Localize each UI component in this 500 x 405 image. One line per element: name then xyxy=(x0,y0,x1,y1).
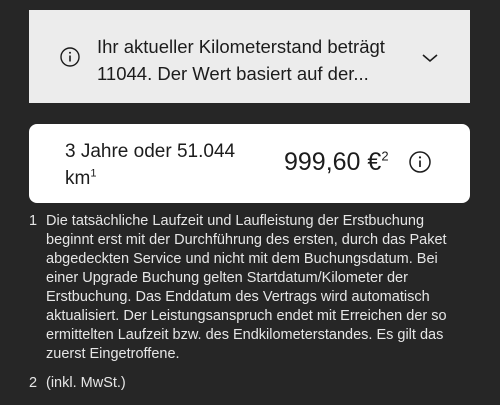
duration-label: 3 Jahre oder 51.044 km1 xyxy=(65,138,255,192)
footnote-text: (inkl. MwSt.) xyxy=(46,375,126,391)
price-card: 3 Jahre oder 51.044 km1 999,60 €2 xyxy=(29,124,470,203)
mileage-info-banner[interactable]: Ihr aktueller Kilometerstand beträgt 110… xyxy=(29,10,470,103)
chevron-down-icon[interactable] xyxy=(421,52,439,64)
footnote-item: 2 (inkl. MwSt.) xyxy=(29,374,469,393)
info-circle-icon[interactable] xyxy=(409,151,431,173)
price-value: 999,60 €2 xyxy=(284,146,389,178)
duration-footnote-marker: 1 xyxy=(90,167,97,180)
footnote-number: 1 xyxy=(29,213,38,229)
footnote-item: 1 Die tatsächliche Laufzeit und Laufleis… xyxy=(29,212,469,364)
price-amount: 999,60 € xyxy=(284,148,382,176)
footnotes: 1 Die tatsächliche Laufzeit und Laufleis… xyxy=(29,212,469,403)
price-footnote-marker: 2 xyxy=(381,148,389,164)
page: Ihr aktueller Kilometerstand beträgt 110… xyxy=(0,0,500,405)
footnote-text: Die tatsächliche Laufzeit und Laufleistu… xyxy=(46,213,447,362)
info-circle-icon xyxy=(60,47,80,67)
footnote-number: 2 xyxy=(29,375,38,391)
mileage-info-text: Ihr aktueller Kilometerstand beträgt 110… xyxy=(97,36,385,84)
duration-text: 3 Jahre oder 51.044 km xyxy=(65,141,236,189)
